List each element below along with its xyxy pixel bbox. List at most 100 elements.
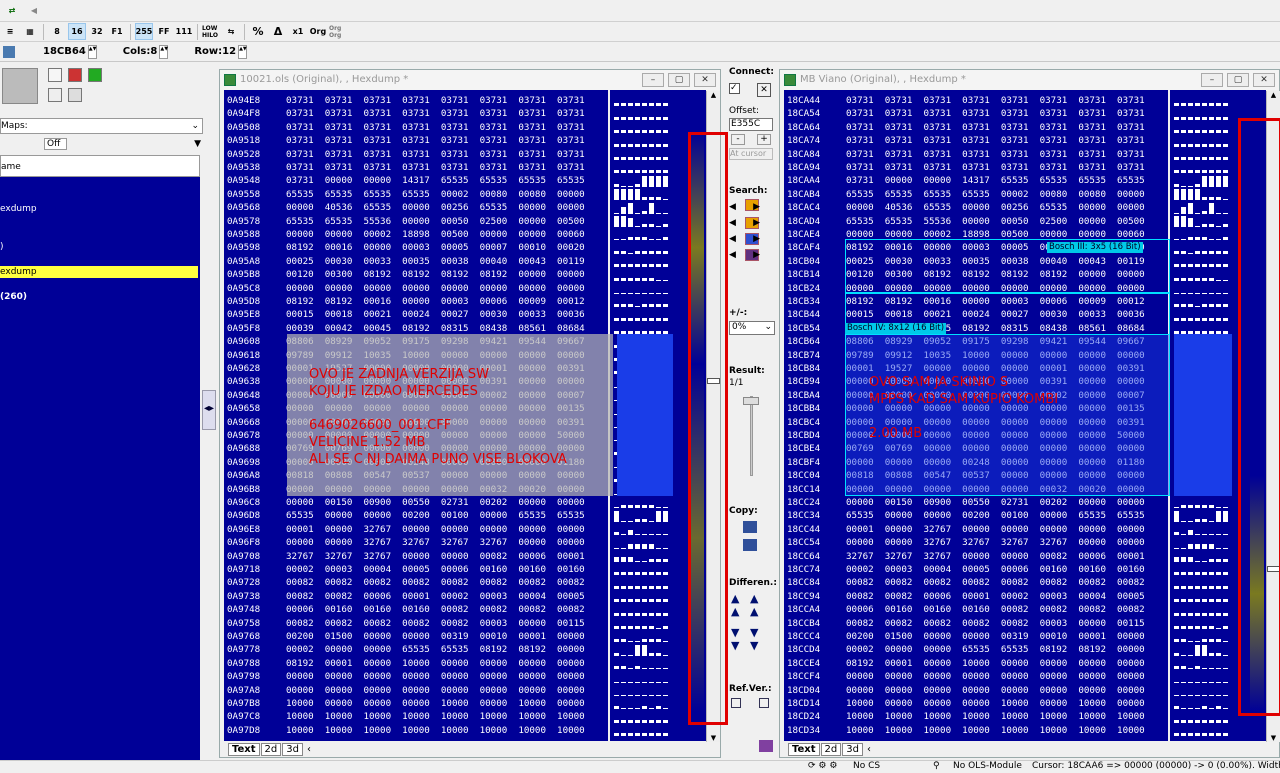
- tree-header[interactable]: ame: [0, 155, 200, 177]
- tab-2d[interactable]: 2d: [260, 742, 282, 756]
- row-values[interactable]: 65535 65535 65535 65535 00002 00080 0008…: [286, 188, 585, 201]
- minimize-button[interactable]: –: [642, 73, 664, 87]
- diff-nav-up-icon[interactable]: ▲ ▲ ▲ ▲: [731, 592, 758, 618]
- row-values[interactable]: 65535 65535 55536 00000 00050 02500 0000…: [846, 215, 1145, 228]
- tab-2d[interactable]: 2d: [820, 742, 842, 756]
- row-values[interactable]: 03731 03731 03731 03731 03731 03731 0373…: [846, 148, 1145, 161]
- tree-item[interactable]: (260): [0, 291, 27, 303]
- slider-thumb[interactable]: [743, 397, 759, 405]
- close-button[interactable]: ✕: [694, 73, 716, 87]
- hex-row[interactable]: 0A95B8 00120 00300 08192 08192 08192 0819…: [224, 268, 608, 281]
- filter-select[interactable]: Off: [44, 138, 68, 150]
- hex-row[interactable]: 0A9548 03731 00000 00000 14317 65535 6553…: [224, 174, 608, 187]
- offset-input[interactable]: E355C: [729, 118, 773, 131]
- hex-row[interactable]: 0A9778 00002 00000 00000 65535 65535 0819…: [224, 643, 608, 656]
- refver-right-icon[interactable]: [759, 698, 769, 708]
- offset-plus-button[interactable]: +: [757, 134, 771, 145]
- maps-dropdown[interactable]: Maps: ⌄: [0, 118, 203, 134]
- copy-map-icon[interactable]: [743, 521, 757, 533]
- row-values[interactable]: 65535 65535 65535 65535 00002 00080 0008…: [846, 188, 1145, 201]
- org-org-button[interactable]: Org Org: [329, 23, 347, 40]
- hex-row[interactable]: 18CA44 03731 03731 03731 03731 03731 0373…: [784, 94, 1168, 107]
- back-icon[interactable]: ◀: [25, 2, 43, 19]
- hex-row[interactable]: 0A94E8 03731 03731 03731 03731 03731 0373…: [224, 94, 608, 107]
- hex-row[interactable]: 18CAD4 65535 65535 55536 00000 00050 0250…: [784, 215, 1168, 228]
- row-values[interactable]: 03731 03731 03731 03731 03731 03731 0373…: [846, 134, 1145, 147]
- import-icon[interactable]: [68, 88, 82, 102]
- connect-checkbox[interactable]: ✓: [729, 83, 740, 94]
- row-values[interactable]: 10000 00000 00000 00000 10000 00000 1000…: [286, 697, 585, 710]
- hex-row[interactable]: 18CA84 03731 03731 03731 03731 03731 0373…: [784, 148, 1168, 161]
- row-values[interactable]: 10000 10000 10000 10000 10000 10000 1000…: [846, 724, 1145, 737]
- hex-row[interactable]: 18CCE4 08192 00001 00000 10000 00000 0000…: [784, 657, 1168, 670]
- tab-3d[interactable]: 3d: [282, 742, 303, 756]
- hex-row[interactable]: 18CAC4 00000 40536 65535 00000 00256 6553…: [784, 201, 1168, 214]
- hex-row[interactable]: 0A96D8 65535 00000 00000 00200 00100 0000…: [224, 509, 608, 522]
- hex-row[interactable]: 0A9768 00200 01500 00000 00000 00319 0001…: [224, 630, 608, 643]
- row-values[interactable]: 03731 03731 03731 03731 03731 03731 0373…: [286, 121, 585, 134]
- row-values[interactable]: 03731 03731 03731 03731 03731 03731 0373…: [846, 121, 1145, 134]
- disconnect-button[interactable]: ✕: [757, 83, 771, 97]
- hex-row[interactable]: 0A9588 00000 00000 00002 18898 00500 0000…: [224, 228, 608, 241]
- hex-row[interactable]: 18CC84 00082 00082 00082 00082 00082 0008…: [784, 576, 1168, 589]
- width-16-button[interactable]: 16: [68, 23, 86, 40]
- row-values[interactable]: 03731 03731 03731 03731 03731 03731 0373…: [286, 134, 585, 147]
- hex-row[interactable]: 0A95D8 08192 08192 00016 00000 00003 0000…: [224, 295, 608, 308]
- org-button[interactable]: Org: [309, 23, 327, 40]
- scroll-down-icon[interactable]: ▼: [707, 734, 720, 742]
- row-values[interactable]: 32767 32767 32767 00000 00000 00082 0000…: [846, 550, 1145, 563]
- hex-row[interactable]: 18CC34 65535 00000 00000 00200 00100 0000…: [784, 509, 1168, 522]
- hex-row[interactable]: 0A9568 00000 40536 65535 00000 00256 6553…: [224, 201, 608, 214]
- row-values[interactable]: 00002 00003 00004 00005 00006 00160 0016…: [286, 563, 585, 576]
- hex-row[interactable]: 0A94F8 03731 03731 03731 03731 03731 0373…: [224, 107, 608, 120]
- row-values[interactable]: 00200 01500 00000 00000 00319 00010 0000…: [286, 630, 585, 643]
- row-values[interactable]: 00082 00082 00082 00082 00082 00082 0008…: [846, 576, 1145, 589]
- row-values[interactable]: 00000 00000 32767 32767 32767 32767 0000…: [286, 536, 585, 549]
- row-values[interactable]: 65535 00000 00000 00200 00100 00000 6553…: [286, 509, 585, 522]
- row-values[interactable]: 00000 00000 00000 00000 00000 00000 0000…: [286, 282, 585, 295]
- tree-item[interactable]: exdump: [0, 203, 37, 215]
- row-values[interactable]: 10000 10000 10000 10000 10000 10000 1000…: [846, 710, 1145, 723]
- tree-item[interactable]: ): [0, 241, 4, 253]
- hex-button[interactable]: FF: [155, 23, 173, 40]
- export-icon[interactable]: [48, 88, 62, 102]
- row-values[interactable]: 00006 00160 00160 00160 00082 00082 0008…: [286, 603, 585, 616]
- row-values[interactable]: 00082 00082 00006 00001 00002 00003 0000…: [286, 590, 585, 603]
- row-values[interactable]: 08192 08192 00016 00000 00003 00006 0000…: [286, 295, 585, 308]
- book-icon[interactable]: [759, 740, 773, 752]
- chevron-down-icon[interactable]: ▼: [194, 139, 201, 149]
- hex-row[interactable]: 18CC74 00002 00003 00004 00005 00006 0016…: [784, 563, 1168, 576]
- hex-row[interactable]: 0A95A8 00025 00030 00033 00035 00038 0004…: [224, 255, 608, 268]
- diff-nav-down-icon[interactable]: ▼ ▼ ▼ ▼: [731, 626, 758, 652]
- hex-row[interactable]: 0A9518 03731 03731 03731 03731 03731 0373…: [224, 134, 608, 147]
- hex-row[interactable]: 18CC94 00082 00082 00006 00001 00002 0000…: [784, 590, 1168, 603]
- hex-row[interactable]: 18CD04 00000 00000 00000 00000 00000 0000…: [784, 684, 1168, 697]
- connect-icon[interactable]: ⇄: [3, 2, 21, 19]
- row-values[interactable]: 00001 00000 32767 00000 00000 00000 0000…: [286, 523, 585, 536]
- tab-text[interactable]: Text: [228, 742, 260, 756]
- row-values[interactable]: 08192 00001 00000 10000 00000 00000 0000…: [286, 657, 585, 670]
- grid-icon[interactable]: [3, 45, 15, 58]
- hex-row[interactable]: 0A95E8 00015 00018 00021 00024 00027 0003…: [224, 308, 608, 321]
- row-values[interactable]: 00082 00082 00082 00082 00082 00003 0000…: [286, 617, 585, 630]
- hex-row[interactable]: 0A9538 03731 03731 03731 03731 03731 0373…: [224, 161, 608, 174]
- row-values[interactable]: 00002 00003 00004 00005 00006 00160 0016…: [846, 563, 1145, 576]
- row-values[interactable]: 00000 00000 32767 32767 32767 32767 0000…: [846, 536, 1145, 549]
- bin-button[interactable]: 111: [175, 23, 193, 40]
- hex-row[interactable]: 18CA74 03731 03731 03731 03731 03731 0373…: [784, 134, 1168, 147]
- row-values[interactable]: 00082 00082 00082 00082 00082 00082 0008…: [286, 576, 585, 589]
- float-button[interactable]: F1: [108, 23, 126, 40]
- swap-icon[interactable]: ⇆: [222, 23, 240, 40]
- hex-row[interactable]: 18CD14 10000 00000 00000 00000 10000 0000…: [784, 697, 1168, 710]
- cols-spinner[interactable]: ▲▼: [159, 44, 169, 59]
- hex-row[interactable]: 18CC44 00001 00000 32767 00000 00000 0000…: [784, 523, 1168, 536]
- row-values[interactable]: 00082 00082 00082 00082 00082 00003 0000…: [846, 617, 1145, 630]
- hex-row[interactable]: 0A9758 00082 00082 00082 00082 00082 0000…: [224, 617, 608, 630]
- scroll-up-icon[interactable]: ▲: [1267, 91, 1280, 99]
- hex-row[interactable]: 18CA54 03731 03731 03731 03731 03731 0373…: [784, 107, 1168, 120]
- row-values[interactable]: 03731 03731 03731 03731 03731 03731 0373…: [286, 107, 585, 120]
- maximize-button[interactable]: ▢: [1227, 73, 1249, 87]
- row-values[interactable]: 00000 00000 00000 00000 00000 00000 0000…: [286, 684, 585, 697]
- row-values[interactable]: 10000 10000 10000 10000 10000 10000 1000…: [286, 710, 585, 723]
- refver-left-icon[interactable]: [731, 698, 741, 708]
